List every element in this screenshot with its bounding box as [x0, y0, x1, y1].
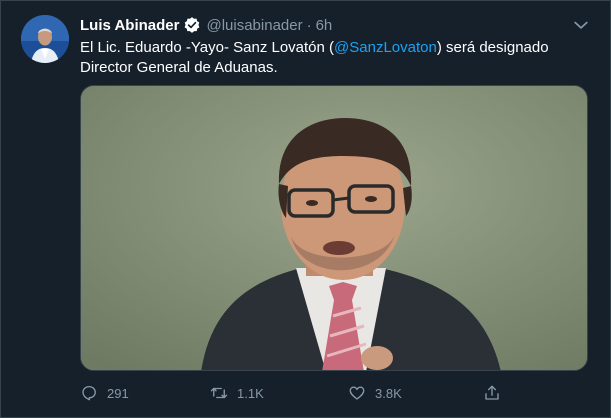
reply-button[interactable]: 291 — [80, 381, 129, 405]
tweet-text: El Lic. Eduardo -Yayo- Sanz Lovatón (@Sa… — [80, 38, 600, 78]
tweet-timestamp[interactable]: 6h — [316, 17, 333, 34]
author-name[interactable]: Luis Abinader — [80, 17, 179, 34]
like-button[interactable]: 3.8K — [348, 381, 402, 405]
tweet-photo[interactable] — [80, 85, 588, 371]
reply-icon — [82, 385, 96, 401]
mention-link[interactable]: @SanzLovaton — [334, 39, 437, 56]
tweet-text-before: El Lic. Eduardo -Yayo- Sanz Lovatón ( — [80, 39, 335, 56]
retweet-button[interactable]: 1.1K — [210, 381, 264, 405]
retweet-count: 1.1K — [237, 385, 264, 401]
share-button[interactable] — [483, 381, 501, 405]
tweet-card[interactable]: Luis Abinader @luisabinader · 6h El Lic.… — [0, 0, 611, 418]
verified-badge-icon — [183, 16, 201, 34]
separator-dot: · — [306, 16, 312, 34]
retweet-icon — [210, 387, 228, 399]
tweet-header: Luis Abinader @luisabinader · 6h — [80, 15, 332, 35]
author-handle[interactable]: @luisabinader — [206, 17, 302, 34]
like-count: 3.8K — [375, 385, 402, 401]
author-avatar[interactable] — [21, 15, 69, 63]
heart-icon — [349, 386, 365, 400]
share-icon — [485, 385, 499, 400]
tweet-actions: 291 1.1K 3.8K — [80, 381, 580, 405]
reply-count: 291 — [107, 385, 129, 401]
chevron-down-icon[interactable] — [571, 15, 591, 35]
